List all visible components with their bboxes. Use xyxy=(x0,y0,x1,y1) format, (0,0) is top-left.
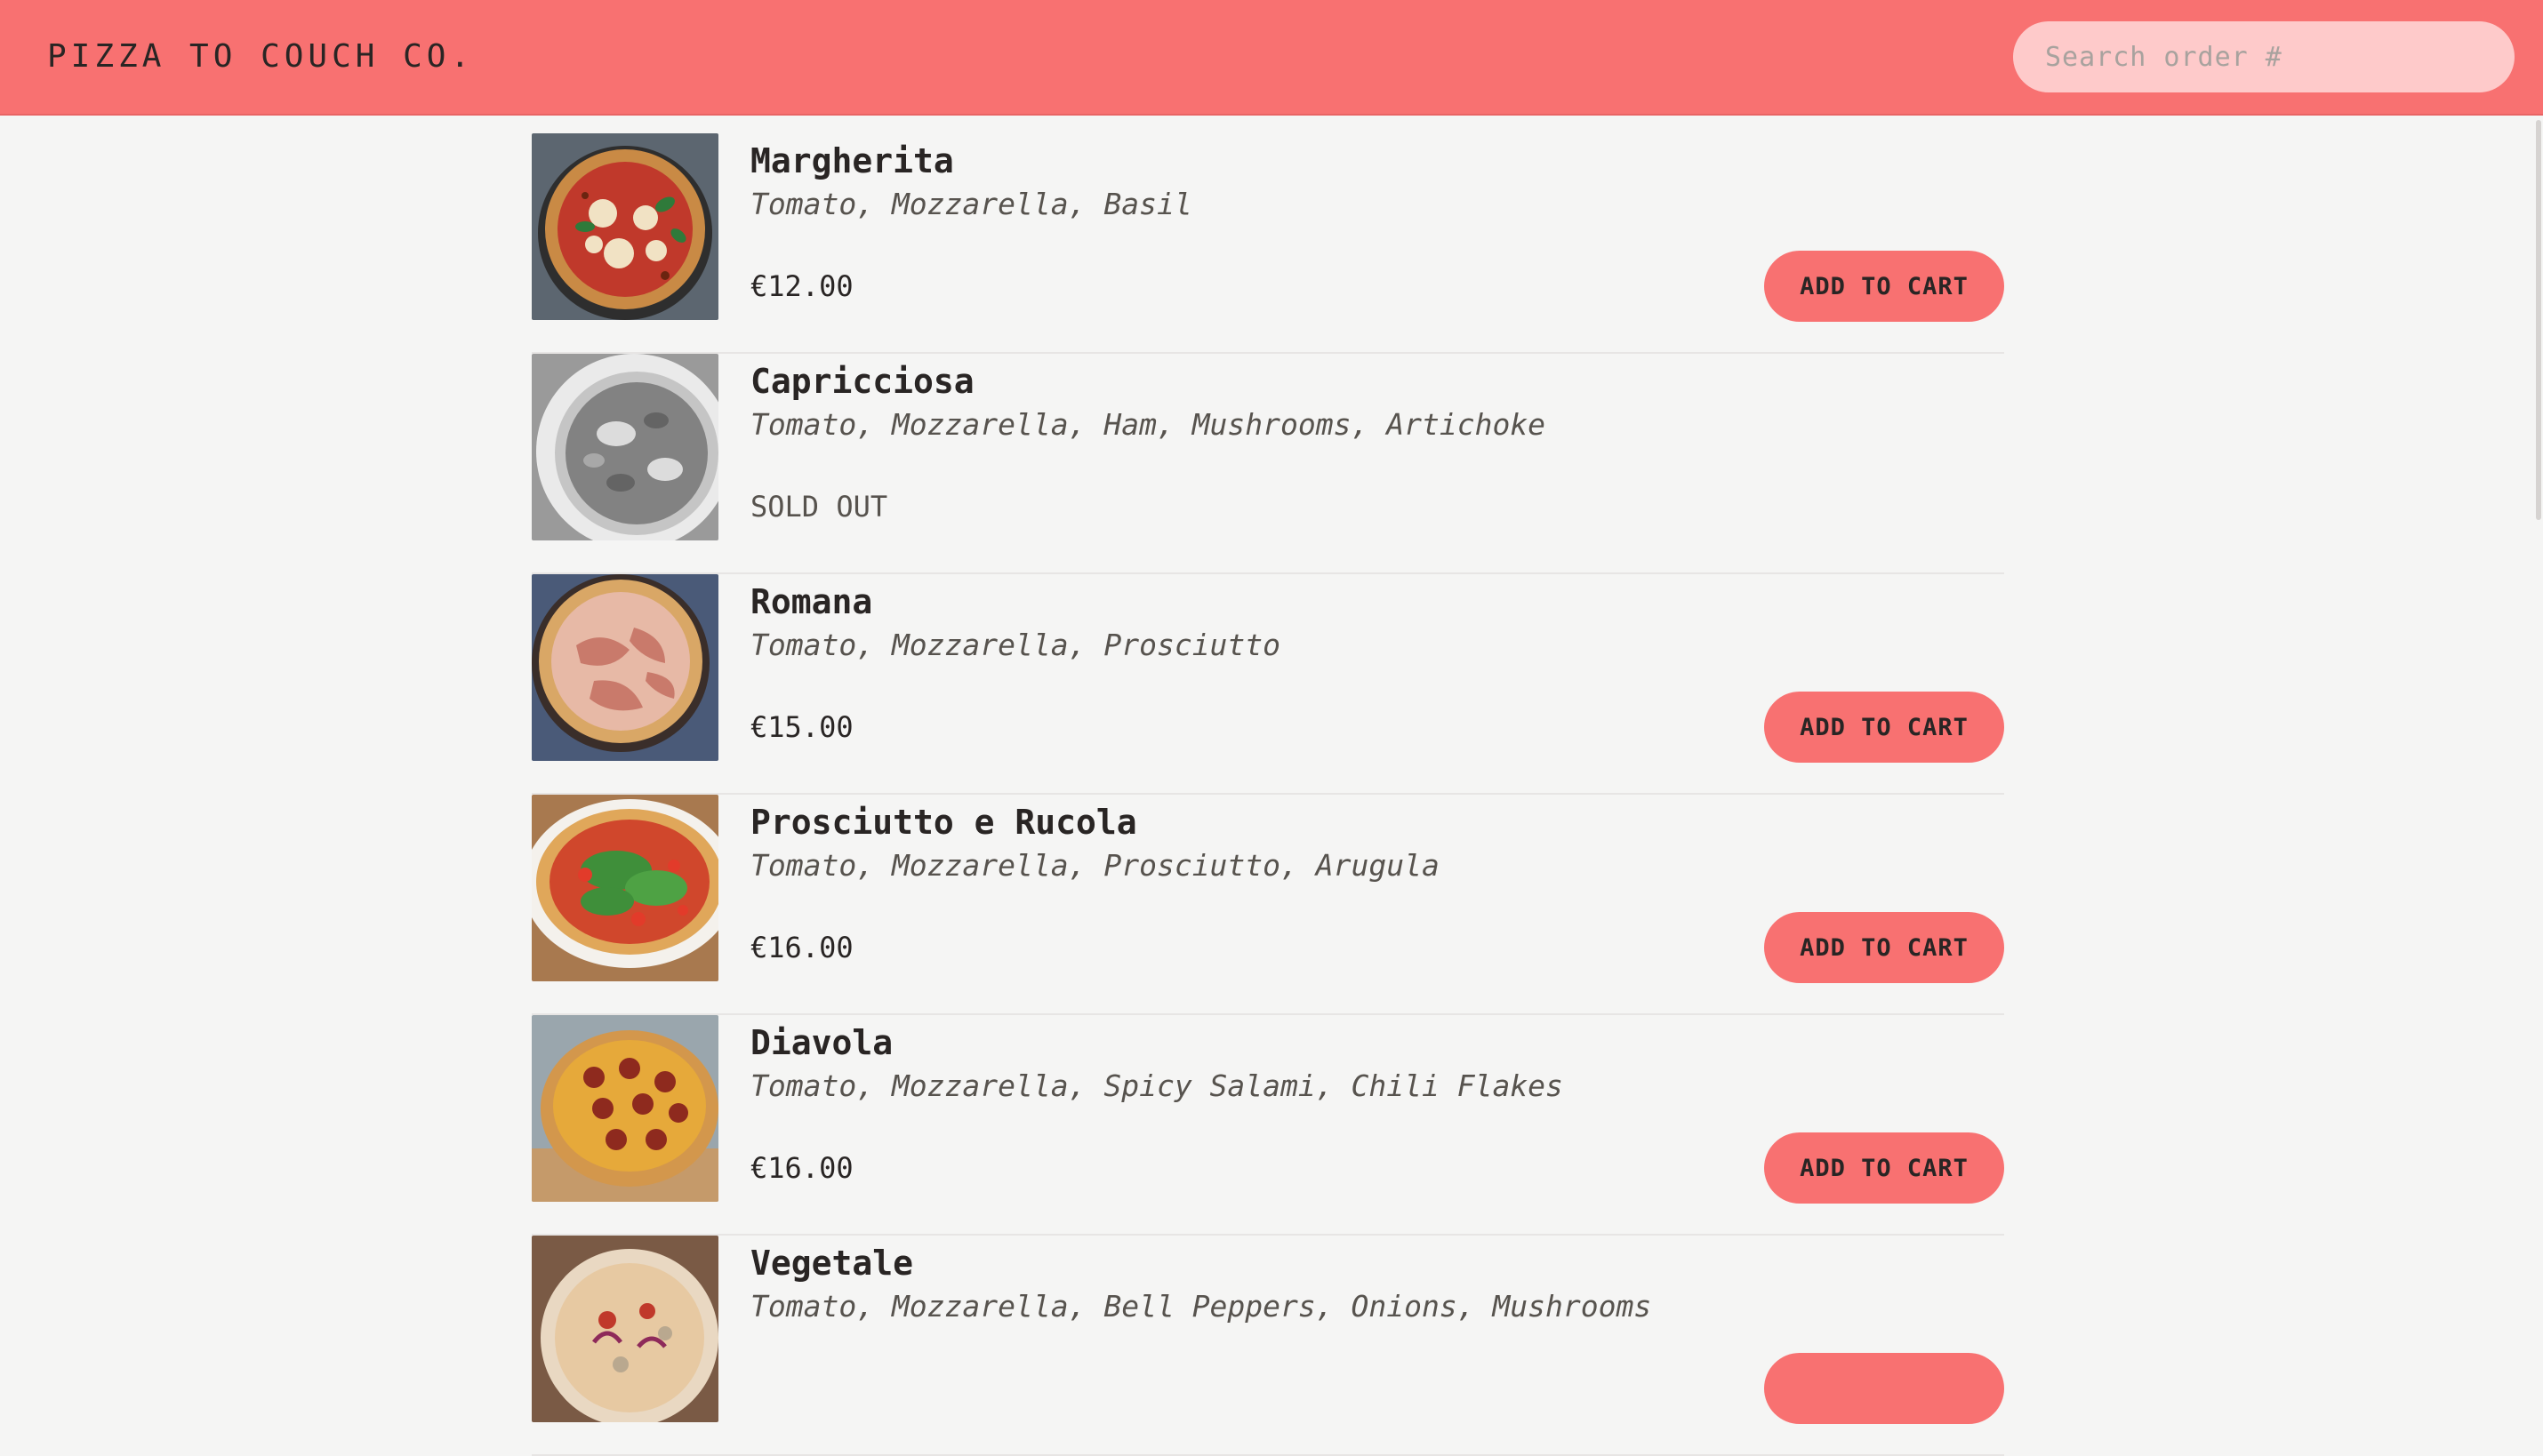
diavola-pizza-photo xyxy=(532,1015,718,1202)
item-price: €16.00 xyxy=(750,1151,854,1185)
menu-item: Diavola Tomato, Mozzarella, Spicy Salami… xyxy=(532,1015,2004,1236)
item-ingredients: Tomato, Mozzarella, Bell Peppers, Onions… xyxy=(750,1289,1652,1324)
item-price: €12.00 xyxy=(750,269,854,303)
capricciosa-pizza-photo xyxy=(532,354,718,540)
item-price: €15.00 xyxy=(750,710,854,744)
menu-item: Romana Tomato, Mozzarella, Prosciutto €1… xyxy=(532,574,2004,795)
item-ingredients: Tomato, Mozzarella, Prosciutto xyxy=(750,628,1281,662)
brand-logo-text[interactable]: PIZZA TO COUCH CO. xyxy=(47,37,474,76)
sold-out-label: SOLD OUT xyxy=(750,490,888,524)
add-to-cart-button[interactable]: ADD TO CART xyxy=(1764,912,2004,983)
vegetale-pizza-photo xyxy=(532,1236,718,1422)
item-name: Prosciutto e Rucola xyxy=(750,803,1137,842)
page-scrollbar[interactable] xyxy=(2536,120,2541,520)
menu-item: Vegetale Tomato, Mozzarella, Bell Pepper… xyxy=(532,1236,2004,1456)
item-ingredients: Tomato, Mozzarella, Spicy Salami, Chili … xyxy=(750,1068,1563,1103)
item-ingredients: Tomato, Mozzarella, Basil xyxy=(750,187,1192,221)
item-name: Margherita xyxy=(750,141,954,180)
pizza-menu-list: Margherita Tomato, Mozzarella, Basil €12… xyxy=(532,133,2004,1456)
item-ingredients: Tomato, Mozzarella, Ham, Mushrooms, Arti… xyxy=(750,407,1546,442)
search-order-input[interactable] xyxy=(2013,21,2515,92)
item-name: Vegetale xyxy=(750,1244,914,1283)
item-name: Romana xyxy=(750,582,873,621)
add-to-cart-button[interactable]: ADD TO CART xyxy=(1764,251,2004,322)
item-name: Capricciosa xyxy=(750,362,975,401)
romana-pizza-photo xyxy=(532,574,718,761)
add-to-cart-button[interactable] xyxy=(1764,1353,2004,1424)
add-to-cart-button[interactable]: ADD TO CART xyxy=(1764,1132,2004,1204)
item-name: Diavola xyxy=(750,1023,894,1062)
prosciutto-rucola-pizza-photo xyxy=(532,795,718,981)
item-ingredients: Tomato, Mozzarella, Prosciutto, Arugula xyxy=(750,848,1440,883)
item-price: €16.00 xyxy=(750,931,854,964)
margherita-pizza-photo xyxy=(532,133,718,320)
menu-item: Margherita Tomato, Mozzarella, Basil €12… xyxy=(532,133,2004,354)
add-to-cart-button[interactable]: ADD TO CART xyxy=(1764,692,2004,763)
app-header: PIZZA TO COUCH CO. xyxy=(0,0,2543,116)
menu-item: Prosciutto e Rucola Tomato, Mozzarella, … xyxy=(532,795,2004,1015)
menu-item: Capricciosa Tomato, Mozzarella, Ham, Mus… xyxy=(532,354,2004,574)
